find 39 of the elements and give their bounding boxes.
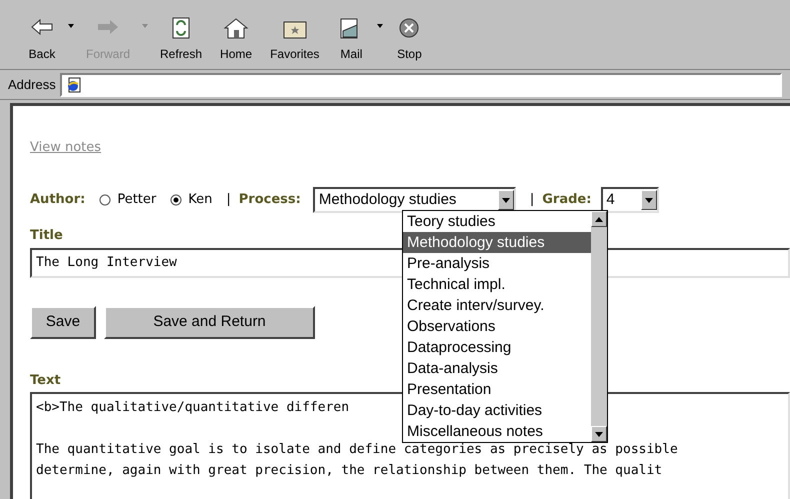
text-label: Text — [30, 372, 61, 390]
process-label: Process: — [238, 191, 301, 210]
dropdown-option[interactable]: Data-analysis — [403, 358, 591, 379]
separator-text: | — [226, 191, 231, 210]
address-field[interactable] — [60, 72, 782, 96]
caret-icon[interactable] — [68, 24, 74, 28]
grade-label: Grade: — [542, 191, 592, 210]
dropdown-option[interactable]: Teory studies — [403, 211, 591, 232]
radio-button[interactable] — [99, 194, 112, 206]
process-select[interactable]: Methodology studies — [312, 187, 516, 213]
scrollbar[interactable] — [591, 211, 607, 442]
scroll-down-icon[interactable] — [591, 426, 607, 442]
dropdown-option[interactable]: Day-to-day activities — [403, 400, 591, 421]
grade-select[interactable]: 4 — [601, 187, 660, 213]
radio-button[interactable] — [170, 194, 182, 206]
toolbar-button[interactable]: Refresh — [154, 17, 208, 63]
radio-option[interactable]: Petter — [99, 190, 156, 210]
toolbar-button[interactable]: Stop — [389, 17, 430, 63]
dropdown-option[interactable]: Dataprocessing — [403, 337, 591, 358]
dropdown-option[interactable]: Create interv/survey. — [403, 295, 591, 316]
separator-text: | — [530, 191, 534, 210]
toolbar-button[interactable]: Back — [22, 17, 62, 63]
page-icon — [66, 76, 82, 92]
dropdown-option[interactable]: Miscellaneous notes — [403, 421, 591, 442]
toolbar-button[interactable]: Home — [214, 17, 258, 63]
save-button[interactable]: Save — [30, 306, 96, 338]
dropdown-option[interactable]: Methodology studies — [403, 232, 591, 253]
toolbar-button[interactable]: Favorites — [264, 17, 326, 63]
toolbar-button[interactable]: Mail — [331, 17, 372, 63]
dropdown-option[interactable]: Pre-analysis — [403, 253, 591, 274]
address-label: Address — [8, 76, 56, 94]
dropdown-option[interactable]: Observations — [403, 316, 591, 337]
caret-icon[interactable] — [377, 24, 384, 28]
save-and-return-button[interactable]: Save and Return — [104, 306, 315, 338]
home-icon — [222, 17, 250, 39]
author-label: Author: — [30, 191, 86, 210]
title-label: Title — [30, 227, 63, 245]
scroll-up-icon[interactable] — [591, 211, 607, 227]
radio-option[interactable]: Ken — [170, 190, 212, 210]
